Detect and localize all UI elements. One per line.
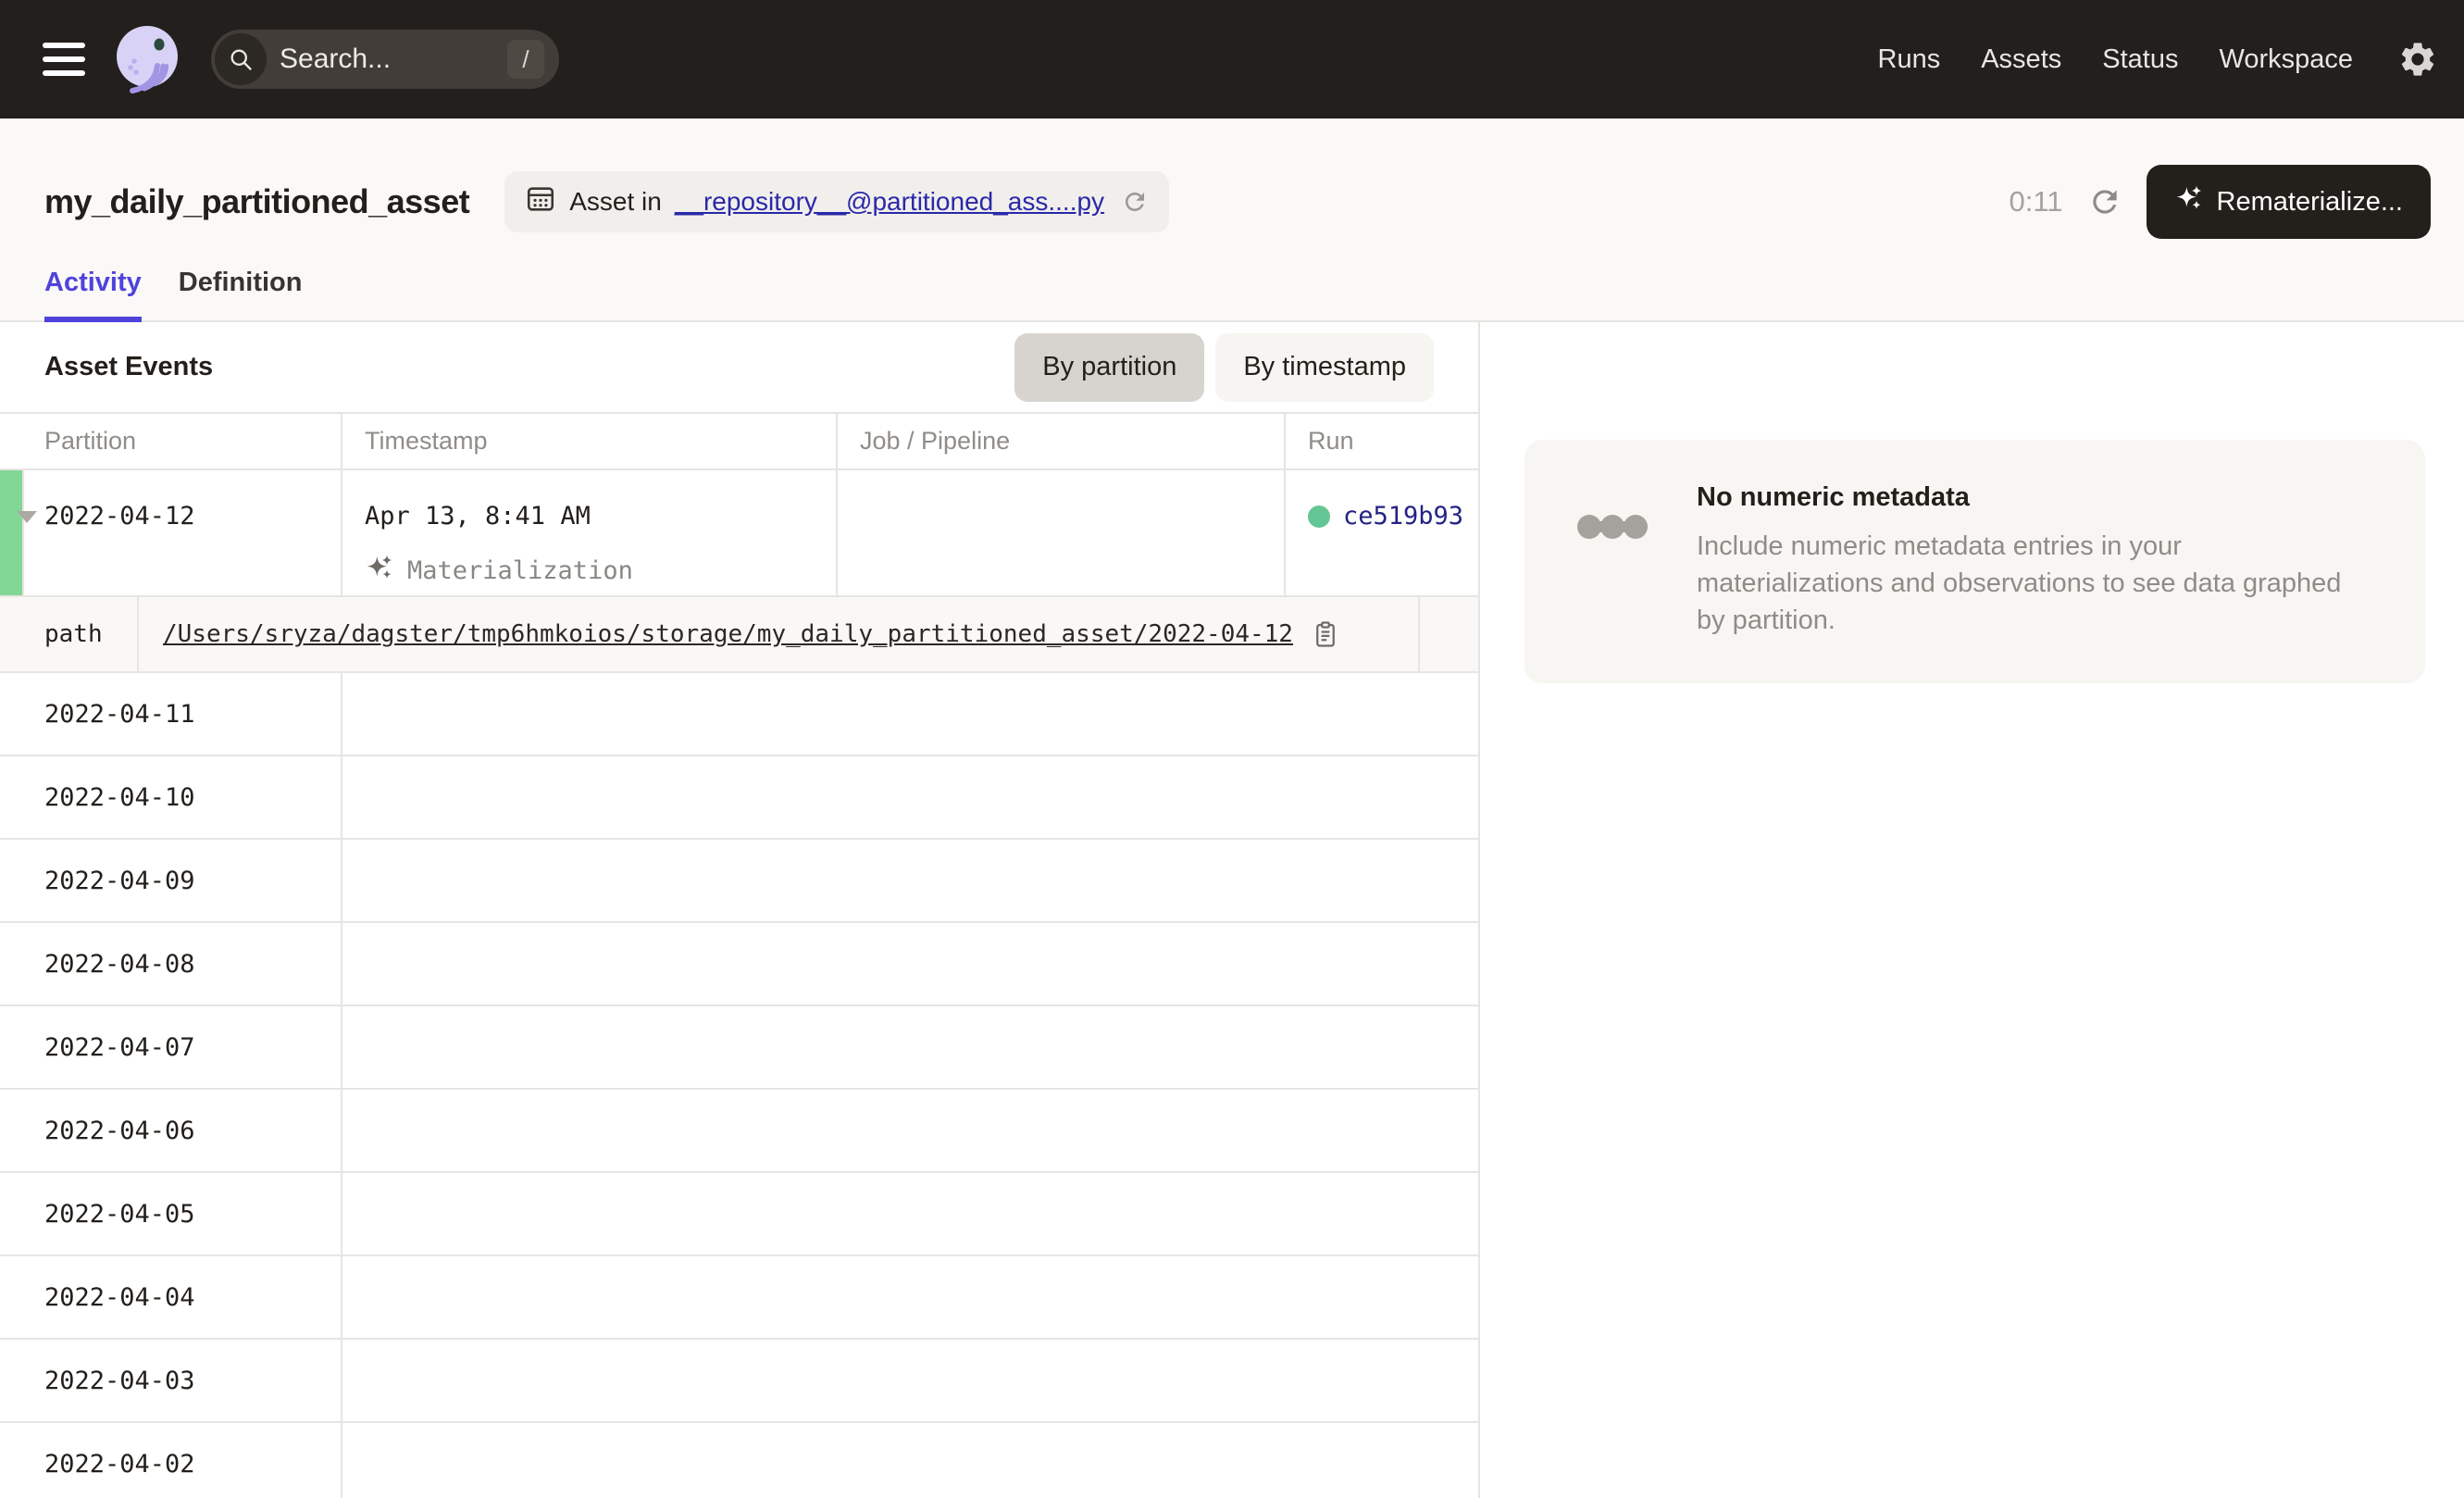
- asset-activity-content: Asset Events By partition By timestamp P…: [0, 322, 2464, 1498]
- empty-events-cell: [342, 1006, 1478, 1088]
- settings-gear-icon[interactable]: [2397, 39, 2438, 80]
- partition-label: 2022-04-02: [0, 1423, 342, 1498]
- partition-row[interactable]: 2022-04-04: [0, 1256, 1478, 1340]
- partition-row[interactable]: 2022-04-09: [0, 840, 1478, 923]
- global-search: /: [211, 30, 559, 89]
- column-header-run: Run: [1286, 414, 1478, 468]
- partition-label: 2022-04-11: [0, 673, 342, 755]
- sparkle-icon: [2174, 183, 2204, 220]
- search-input[interactable]: [280, 44, 500, 75]
- hamburger-menu-button[interactable]: [43, 43, 85, 76]
- no-numeric-metadata-card: No numeric metadata Include numeric meta…: [1524, 440, 2425, 683]
- partition-label: 2022-04-08: [0, 923, 342, 1005]
- metadata-plots-panel: No numeric metadata Include numeric meta…: [1480, 322, 2464, 1498]
- empty-events-cell: [342, 1340, 1478, 1421]
- refresh-icon[interactable]: [2087, 184, 2122, 219]
- top-nav-item[interactable]: Runs: [1878, 44, 1941, 75]
- column-header-timestamp: Timestamp: [342, 414, 838, 468]
- partition-label: 2022-04-12: [44, 502, 195, 531]
- partition-label: 2022-04-05: [0, 1173, 342, 1255]
- search-shortcut-key: /: [507, 40, 544, 79]
- badge-reload-icon[interactable]: [1121, 188, 1149, 216]
- rematerialize-button[interactable]: Rematerialize...: [2147, 165, 2431, 239]
- expanded-partition-row: 2022-04-12 Apr 13, 8:41 AM Materializati…: [0, 470, 1478, 597]
- empty-events-cell: [342, 840, 1478, 921]
- repository-icon: [525, 183, 556, 221]
- asset-in-label: Asset in: [569, 187, 662, 217]
- by-partition-toggle[interactable]: By partition: [1014, 333, 1204, 402]
- partition-row[interactable]: 2022-04-03: [0, 1340, 1478, 1423]
- partition-label: 2022-04-03: [0, 1340, 342, 1421]
- partition-label: 2022-04-09: [0, 840, 342, 921]
- asset-events-pane: Asset Events By partition By timestamp P…: [0, 322, 1480, 1498]
- collapse-caret-icon[interactable]: [17, 511, 37, 523]
- partition-row[interactable]: 2022-04-07: [0, 1006, 1478, 1090]
- copy-clipboard-icon[interactable]: [1312, 620, 1339, 648]
- tab-definition[interactable]: Definition: [179, 268, 303, 322]
- rematerialize-label: Rematerialize...: [2217, 187, 2403, 218]
- event-timestamp: Apr 13, 8:41 AM: [365, 502, 836, 531]
- partition-label: 2022-04-04: [0, 1256, 342, 1338]
- partition-row[interactable]: 2022-04-08: [0, 923, 1478, 1006]
- partition-row[interactable]: 2022-04-10: [0, 756, 1478, 840]
- header-actions: 0:11 Rematerialize...: [2009, 165, 2431, 239]
- partition-row[interactable]: 2022-04-11: [0, 673, 1478, 756]
- partition-label: 2022-04-06: [0, 1090, 342, 1171]
- asset-location-badge: Asset in __repository__@partitioned_ass.…: [504, 171, 1169, 232]
- run-id-link[interactable]: ce519b93: [1343, 502, 1463, 531]
- partition-rows: 2022-04-11 2022-04-10 2022-04-09: [0, 673, 1478, 1498]
- asset-page-header: my_daily_partitioned_asset Asset in: [0, 119, 2464, 322]
- partition-row[interactable]: 2022-04-05: [0, 1173, 1478, 1256]
- empty-events-cell: [342, 673, 1478, 755]
- events-table-header: Partition Timestamp Job / Pipeline Run: [0, 412, 1478, 470]
- empty-events-cell: [342, 1173, 1478, 1255]
- metadata-key: path: [0, 597, 139, 671]
- event-type-label: Materialization: [407, 556, 633, 585]
- column-header-job-pipeline: Job / Pipeline: [838, 414, 1286, 468]
- empty-events-cell: [342, 1256, 1478, 1338]
- top-navigation-bar: / Runs Assets Status Workspace: [0, 0, 2464, 119]
- events-view-toggle: By partition By timestamp: [1014, 333, 1434, 402]
- repository-link[interactable]: __repository__@partitioned_ass....py: [675, 187, 1104, 217]
- partition-row[interactable]: 2022-04-06: [0, 1090, 1478, 1173]
- partition-label: 2022-04-07: [0, 1006, 342, 1088]
- page-title: my_daily_partitioned_asset: [44, 182, 469, 221]
- column-header-partition: Partition: [0, 414, 342, 468]
- top-nav-links: Runs Assets Status Workspace: [1878, 44, 2353, 75]
- top-nav-item[interactable]: Status: [2102, 44, 2178, 75]
- by-timestamp-toggle[interactable]: By timestamp: [1215, 333, 1434, 402]
- empty-state-description: Include numeric metadata entries in your…: [1697, 528, 2373, 639]
- asset-events-heading: Asset Events: [44, 352, 213, 382]
- materialization-sparkle-icon: [365, 553, 394, 589]
- empty-events-cell: [342, 923, 1478, 1005]
- empty-events-cell: [342, 756, 1478, 838]
- partition-row[interactable]: 2022-04-02: [0, 1423, 1478, 1498]
- connected-dots-chart-icon: [1576, 508, 1649, 639]
- dagster-logo: [111, 23, 183, 95]
- tab-activity[interactable]: Activity: [44, 268, 142, 322]
- job-pipeline-cell: [838, 470, 1286, 595]
- empty-events-cell: [342, 1423, 1478, 1498]
- metadata-path-link[interactable]: /Users/sryza/dagster/tmp6hmkoios/storage…: [163, 620, 1293, 648]
- run-success-dot: [1308, 506, 1330, 528]
- top-nav-item[interactable]: Assets: [1981, 44, 2061, 75]
- dagster-app: / Runs Assets Status Workspace my_daily_…: [0, 0, 2464, 1498]
- asset-tabs: Activity Definition: [44, 268, 302, 322]
- search-icon: [215, 33, 267, 85]
- empty-state-title: No numeric metadata: [1697, 482, 2373, 513]
- refresh-timer: 0:11: [2009, 185, 2062, 218]
- top-nav-item[interactable]: Workspace: [2219, 44, 2353, 75]
- metadata-row: path /Users/sryza/dagster/tmp6hmkoios/st…: [0, 597, 1478, 673]
- empty-events-cell: [342, 1090, 1478, 1171]
- partition-label: 2022-04-10: [0, 756, 342, 838]
